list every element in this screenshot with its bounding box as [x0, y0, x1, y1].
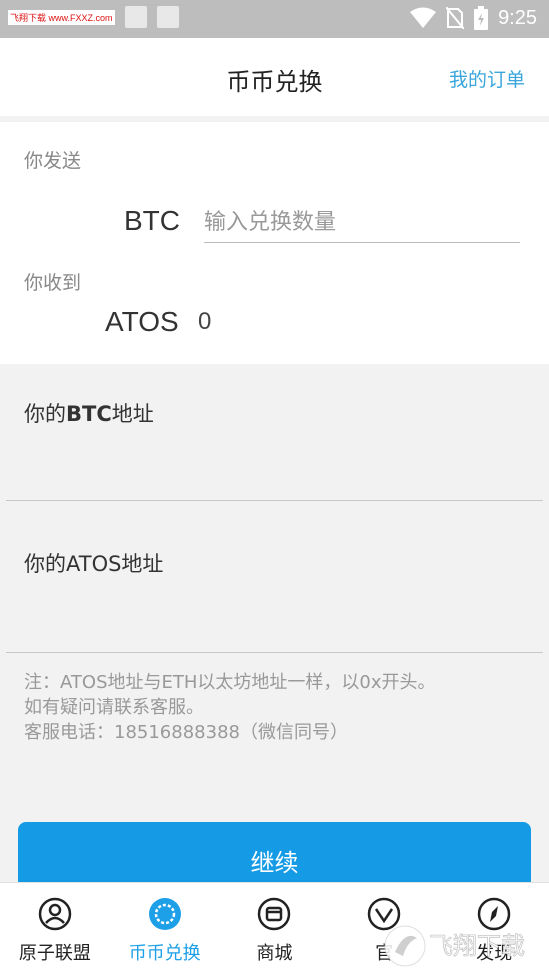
receive-label: 你收到 — [24, 272, 82, 294]
bottom-nav: 原子联盟 币币兑换 商城 官 发现 — [0, 882, 549, 977]
nav-label: 币币兑换 — [128, 943, 201, 964]
address-note: 注：ATOS地址与ETH以太坊地址一样，以0x开头。 如有疑问请联系客服。 客服… — [24, 670, 534, 745]
btc-address-input[interactable] — [24, 448, 528, 486]
btc-address-prefix: 你的 — [24, 402, 66, 426]
exchange-icon — [148, 898, 181, 930]
notification-thumbnail-icon — [124, 6, 147, 28]
status-time: 9:25 — [498, 6, 537, 29]
nav-label: 商城 — [256, 943, 293, 964]
btc-address-underline — [6, 500, 543, 501]
status-bar: 飞翔下载 www.FXXZ.com 9:25 — [0, 0, 549, 38]
notification-thumbnail-icon — [156, 6, 179, 28]
nav-label: 发现 — [476, 943, 513, 964]
official-icon — [368, 897, 401, 931]
atos-address-label: 你的ATOS地址 — [24, 552, 164, 576]
btc-address-suffix: 地址 — [111, 402, 154, 426]
note-line: 如有疑问请联系客服。 — [24, 697, 204, 718]
nav-item-discover[interactable]: 发现 — [439, 883, 549, 977]
send-coin: BTC — [124, 205, 180, 236]
nav-label: 官 — [375, 943, 394, 964]
compass-icon — [477, 897, 511, 931]
nav-label: 原子联盟 — [18, 943, 91, 964]
store-icon — [258, 897, 291, 931]
send-label: 你发送 — [24, 150, 82, 172]
note-line: 注：ATOS地址与ETH以太坊地址一样，以0x开头。 — [24, 672, 436, 693]
battery-icon — [474, 6, 489, 30]
note-line: 客服电话：18516888388（微信同号） — [24, 722, 348, 743]
nav-item-official[interactable]: 官 — [329, 883, 439, 977]
receive-coin: ATOS — [105, 306, 179, 337]
atos-address-input[interactable] — [24, 600, 528, 638]
amount-input[interactable] — [204, 202, 520, 243]
receive-amount: 0 — [198, 308, 212, 335]
no-sim-icon — [446, 7, 465, 29]
atos-address-underline — [6, 652, 543, 653]
nav-item-exchange[interactable]: 币币兑换 — [110, 883, 220, 977]
app-header: 币币兑换 我的订单 — [0, 38, 549, 116]
my-orders-link[interactable]: 我的订单 — [449, 65, 525, 92]
nav-item-store[interactable]: 商城 — [220, 883, 330, 977]
nav-item-alliance[interactable]: 原子联盟 — [0, 883, 110, 977]
person-icon — [38, 897, 72, 931]
exchange-panel: 你发送 BTC 你收到 ATOS 0 — [0, 122, 549, 364]
status-brand-text: 飞翔下载 www.FXXZ.com — [8, 9, 115, 25]
wifi-icon — [410, 7, 437, 28]
btc-address-coin: BTC — [66, 402, 112, 426]
btc-address-label: 你的BTC地址 — [24, 398, 154, 428]
